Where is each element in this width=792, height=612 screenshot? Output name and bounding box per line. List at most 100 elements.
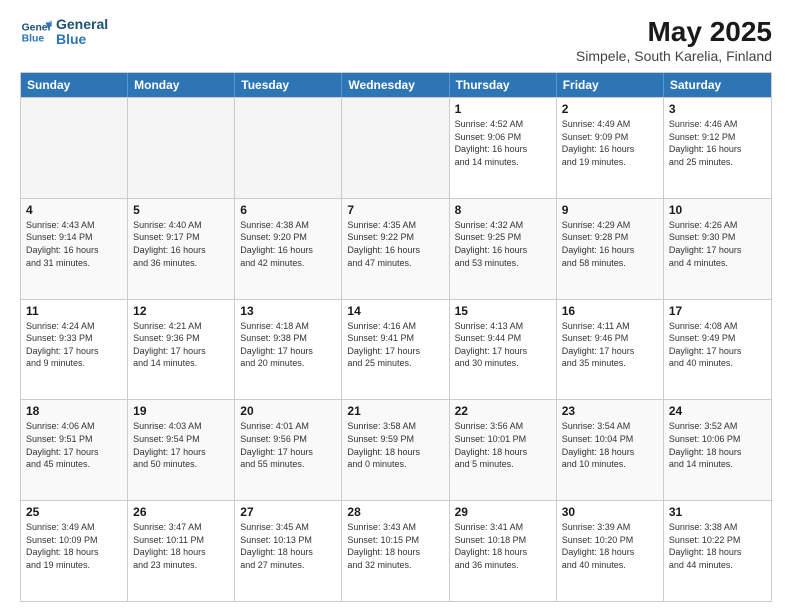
calendar-cell: 10Sunrise: 4:26 AM Sunset: 9:30 PM Dayli… [664, 199, 771, 299]
calendar-row: 18 Sunrise: 4:06 AM Sunset: 9:51 PM Dayli… [21, 399, 771, 500]
day-number: 23 [562, 404, 658, 418]
day-number: 20 [240, 404, 336, 418]
calendar-cell: 19 Sunrise: 4:03 AM Sunset: 9:54 PM Dayli… [128, 400, 235, 500]
calendar-cell [342, 98, 449, 198]
calendar-cell: 26Sunrise: 3:47 AM Sunset: 10:11 PM Dayl… [128, 501, 235, 601]
day-number: 22 [455, 404, 551, 418]
day-info: Sunrise: 4:03 AM Sunset: 9:54 PM Dayligh… [133, 420, 229, 470]
day-number: 8 [455, 203, 551, 217]
day-number: 24 [669, 404, 766, 418]
calendar-cell: 8 Sunrise: 4:32 AM Sunset: 9:25 PM Daylig… [450, 199, 557, 299]
day-info: Sunrise: 3:52 AM Sunset: 10:06 PM Daylig… [669, 420, 766, 470]
day-number: 19 [133, 404, 229, 418]
day-number: 12 [133, 304, 229, 318]
day-number: 27 [240, 505, 336, 519]
calendar-body: 1 Sunrise: 4:52 AM Sunset: 9:06 PM Daylig… [21, 97, 771, 601]
day-number: 14 [347, 304, 443, 318]
calendar-cell: 4 Sunrise: 4:43 AM Sunset: 9:14 PM Daylig… [21, 199, 128, 299]
day-info: Sunrise: 4:21 AM Sunset: 9:36 PM Dayligh… [133, 320, 229, 370]
day-number: 28 [347, 505, 443, 519]
header-day-tuesday: Tuesday [235, 73, 342, 97]
day-number: 18 [26, 404, 122, 418]
header-day-sunday: Sunday [21, 73, 128, 97]
logo: General Blue General Blue [20, 16, 108, 48]
day-info: Sunrise: 3:56 AM Sunset: 10:01 PM Daylig… [455, 420, 551, 470]
main-title: May 2025 [576, 16, 772, 48]
svg-text:Blue: Blue [22, 34, 45, 45]
calendar-row: 11 Sunrise: 4:24 AM Sunset: 9:33 PM Dayli… [21, 299, 771, 400]
calendar-cell: 5 Sunrise: 4:40 AM Sunset: 9:17 PM Daylig… [128, 199, 235, 299]
day-info: Sunrise: 4:35 AM Sunset: 9:22 PM Dayligh… [347, 219, 443, 269]
day-number: 17 [669, 304, 766, 318]
logo-text-general: General [56, 17, 108, 32]
day-info: Sunrise: 3:54 AM Sunset: 10:04 PM Daylig… [562, 420, 658, 470]
day-info: Sunrise: 4:06 AM Sunset: 9:51 PM Dayligh… [26, 420, 122, 470]
day-info: Sunrise: 3:39 AM Sunset: 10:20 PM Daylig… [562, 521, 658, 571]
calendar-cell: 14 Sunrise: 4:16 AM Sunset: 9:41 PM Dayli… [342, 300, 449, 400]
header-day-thursday: Thursday [450, 73, 557, 97]
day-info: Sunrise: 3:41 AM Sunset: 10:18 PM Daylig… [455, 521, 551, 571]
day-info: Sunrise: 3:58 AM Sunset: 9:59 PM Dayligh… [347, 420, 443, 470]
calendar-cell: 7Sunrise: 4:35 AM Sunset: 9:22 PM Daylig… [342, 199, 449, 299]
calendar-cell [21, 98, 128, 198]
day-info: Sunrise: 4:26 AM Sunset: 9:30 PM Dayligh… [669, 219, 766, 269]
calendar-cell [128, 98, 235, 198]
calendar-row: 25 Sunrise: 3:49 AM Sunset: 10:09 PM Dayl… [21, 500, 771, 601]
header-day-friday: Friday [557, 73, 664, 97]
day-number: 11 [26, 304, 122, 318]
day-info: Sunrise: 4:38 AM Sunset: 9:20 PM Dayligh… [240, 219, 336, 269]
calendar-cell: 31Sunrise: 3:38 AM Sunset: 10:22 PM Dayl… [664, 501, 771, 601]
calendar-cell: 1 Sunrise: 4:52 AM Sunset: 9:06 PM Daylig… [450, 98, 557, 198]
day-number: 25 [26, 505, 122, 519]
day-number: 4 [26, 203, 122, 217]
day-info: Sunrise: 3:49 AM Sunset: 10:09 PM Daylig… [26, 521, 122, 571]
day-info: Sunrise: 3:47 AM Sunset: 10:11 PM Daylig… [133, 521, 229, 571]
day-number: 13 [240, 304, 336, 318]
calendar-cell [235, 98, 342, 198]
calendar-cell: 9Sunrise: 4:29 AM Sunset: 9:28 PM Daylig… [557, 199, 664, 299]
subtitle: Simpele, South Karelia, Finland [576, 48, 772, 64]
calendar-cell: 3Sunrise: 4:46 AM Sunset: 9:12 PM Daylig… [664, 98, 771, 198]
logo-text-blue: Blue [56, 32, 108, 47]
calendar-cell: 12 Sunrise: 4:21 AM Sunset: 9:36 PM Dayli… [128, 300, 235, 400]
calendar-row: 4 Sunrise: 4:43 AM Sunset: 9:14 PM Daylig… [21, 198, 771, 299]
day-info: Sunrise: 4:43 AM Sunset: 9:14 PM Dayligh… [26, 219, 122, 269]
day-info: Sunrise: 3:45 AM Sunset: 10:13 PM Daylig… [240, 521, 336, 571]
header-day-monday: Monday [128, 73, 235, 97]
title-block: May 2025 Simpele, South Karelia, Finland [576, 16, 772, 64]
calendar-header: SundayMondayTuesdayWednesdayThursdayFrid… [21, 73, 771, 97]
header-day-wednesday: Wednesday [342, 73, 449, 97]
header-day-saturday: Saturday [664, 73, 771, 97]
day-info: Sunrise: 4:52 AM Sunset: 9:06 PM Dayligh… [455, 118, 551, 168]
calendar-cell: 17Sunrise: 4:08 AM Sunset: 9:49 PM Dayli… [664, 300, 771, 400]
calendar-cell: 2 Sunrise: 4:49 AM Sunset: 9:09 PM Daylig… [557, 98, 664, 198]
day-info: Sunrise: 4:01 AM Sunset: 9:56 PM Dayligh… [240, 420, 336, 470]
day-number: 21 [347, 404, 443, 418]
calendar-cell: 20 Sunrise: 4:01 AM Sunset: 9:56 PM Dayli… [235, 400, 342, 500]
day-info: Sunrise: 3:43 AM Sunset: 10:15 PM Daylig… [347, 521, 443, 571]
day-info: Sunrise: 4:13 AM Sunset: 9:44 PM Dayligh… [455, 320, 551, 370]
calendar-cell: 13 Sunrise: 4:18 AM Sunset: 9:38 PM Dayli… [235, 300, 342, 400]
header: General Blue General Blue May 2025 Simpe… [20, 16, 772, 64]
day-number: 9 [562, 203, 658, 217]
day-number: 1 [455, 102, 551, 116]
day-info: Sunrise: 4:11 AM Sunset: 9:46 PM Dayligh… [562, 320, 658, 370]
day-info: Sunrise: 4:40 AM Sunset: 9:17 PM Dayligh… [133, 219, 229, 269]
calendar-cell: 30Sunrise: 3:39 AM Sunset: 10:20 PM Dayl… [557, 501, 664, 601]
day-info: Sunrise: 4:49 AM Sunset: 9:09 PM Dayligh… [562, 118, 658, 168]
day-number: 15 [455, 304, 551, 318]
day-info: Sunrise: 4:18 AM Sunset: 9:38 PM Dayligh… [240, 320, 336, 370]
calendar-cell: 21 Sunrise: 3:58 AM Sunset: 9:59 PM Dayli… [342, 400, 449, 500]
calendar-cell: 6Sunrise: 4:38 AM Sunset: 9:20 PM Daylig… [235, 199, 342, 299]
calendar: SundayMondayTuesdayWednesdayThursdayFrid… [20, 72, 772, 602]
day-number: 5 [133, 203, 229, 217]
day-number: 2 [562, 102, 658, 116]
calendar-cell: 23 Sunrise: 3:54 AM Sunset: 10:04 PM Dayl… [557, 400, 664, 500]
calendar-cell: 29Sunrise: 3:41 AM Sunset: 10:18 PM Dayl… [450, 501, 557, 601]
calendar-row: 1 Sunrise: 4:52 AM Sunset: 9:06 PM Daylig… [21, 97, 771, 198]
day-info: Sunrise: 4:32 AM Sunset: 9:25 PM Dayligh… [455, 219, 551, 269]
day-info: Sunrise: 4:24 AM Sunset: 9:33 PM Dayligh… [26, 320, 122, 370]
calendar-cell: 15 Sunrise: 4:13 AM Sunset: 9:44 PM Dayli… [450, 300, 557, 400]
day-info: Sunrise: 4:16 AM Sunset: 9:41 PM Dayligh… [347, 320, 443, 370]
logo-icon: General Blue [20, 16, 52, 48]
